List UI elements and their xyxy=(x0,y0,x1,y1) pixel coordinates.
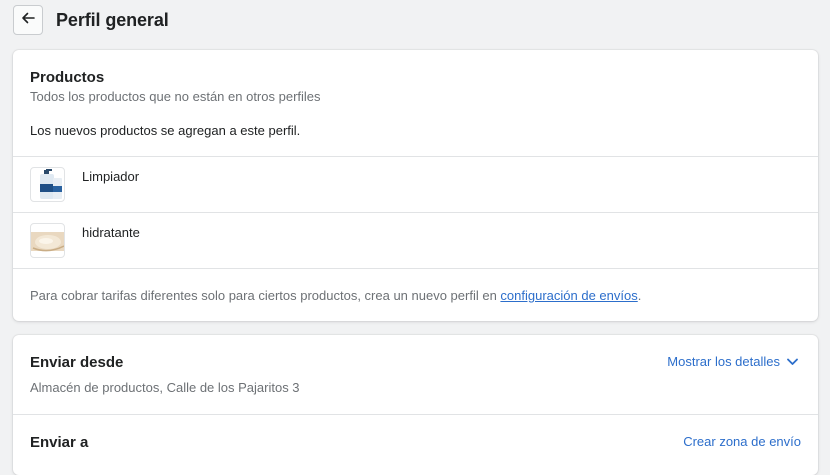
ship-to-title: Enviar a xyxy=(30,434,89,451)
list-item[interactable]: Limpiador xyxy=(30,167,139,202)
footer-end: . xyxy=(637,288,642,303)
products-card-note: Los nuevos productos se agregan a este p… xyxy=(30,123,301,138)
products-card: Productos Todos los productos que no est… xyxy=(13,50,818,321)
products-card-subtitle: Todos los productos que no están en otro… xyxy=(30,89,321,104)
divider xyxy=(13,414,818,415)
products-card-footer: Para cobrar tarifas diferentes solo para… xyxy=(30,288,641,303)
page-title: Perfil general xyxy=(56,9,169,30)
show-details-button[interactable]: Mostrar los detalles xyxy=(667,354,798,369)
arrow-left-icon xyxy=(21,11,35,30)
divider xyxy=(13,212,818,213)
shipping-card: Enviar desde Mostrar los detalles Almacé… xyxy=(13,335,818,475)
divider xyxy=(13,156,818,157)
page-header: Perfil general xyxy=(13,5,169,35)
show-details-label: Mostrar los detalles xyxy=(667,354,780,369)
products-card-title: Productos xyxy=(30,69,105,86)
list-item[interactable]: hidratante xyxy=(30,223,140,258)
create-shipping-zone-button[interactable]: Crear zona de envío xyxy=(683,434,801,449)
product-thumbnail-cleanser xyxy=(30,167,65,202)
divider xyxy=(13,268,818,269)
list-item-label: hidratante xyxy=(82,225,140,240)
product-thumbnail-moisturizer xyxy=(30,223,65,258)
footer-text: Para cobrar tarifas diferentes solo para… xyxy=(30,288,501,303)
ship-from-location: Almacén de productos, Calle de los Pajar… xyxy=(30,380,300,395)
ship-from-title: Enviar desde xyxy=(30,354,124,371)
list-item-label: Limpiador xyxy=(82,169,140,184)
back-button[interactable] xyxy=(13,5,43,35)
chevron-down-icon xyxy=(787,358,798,366)
shipping-settings-link[interactable]: configuración de envíos xyxy=(500,288,637,303)
